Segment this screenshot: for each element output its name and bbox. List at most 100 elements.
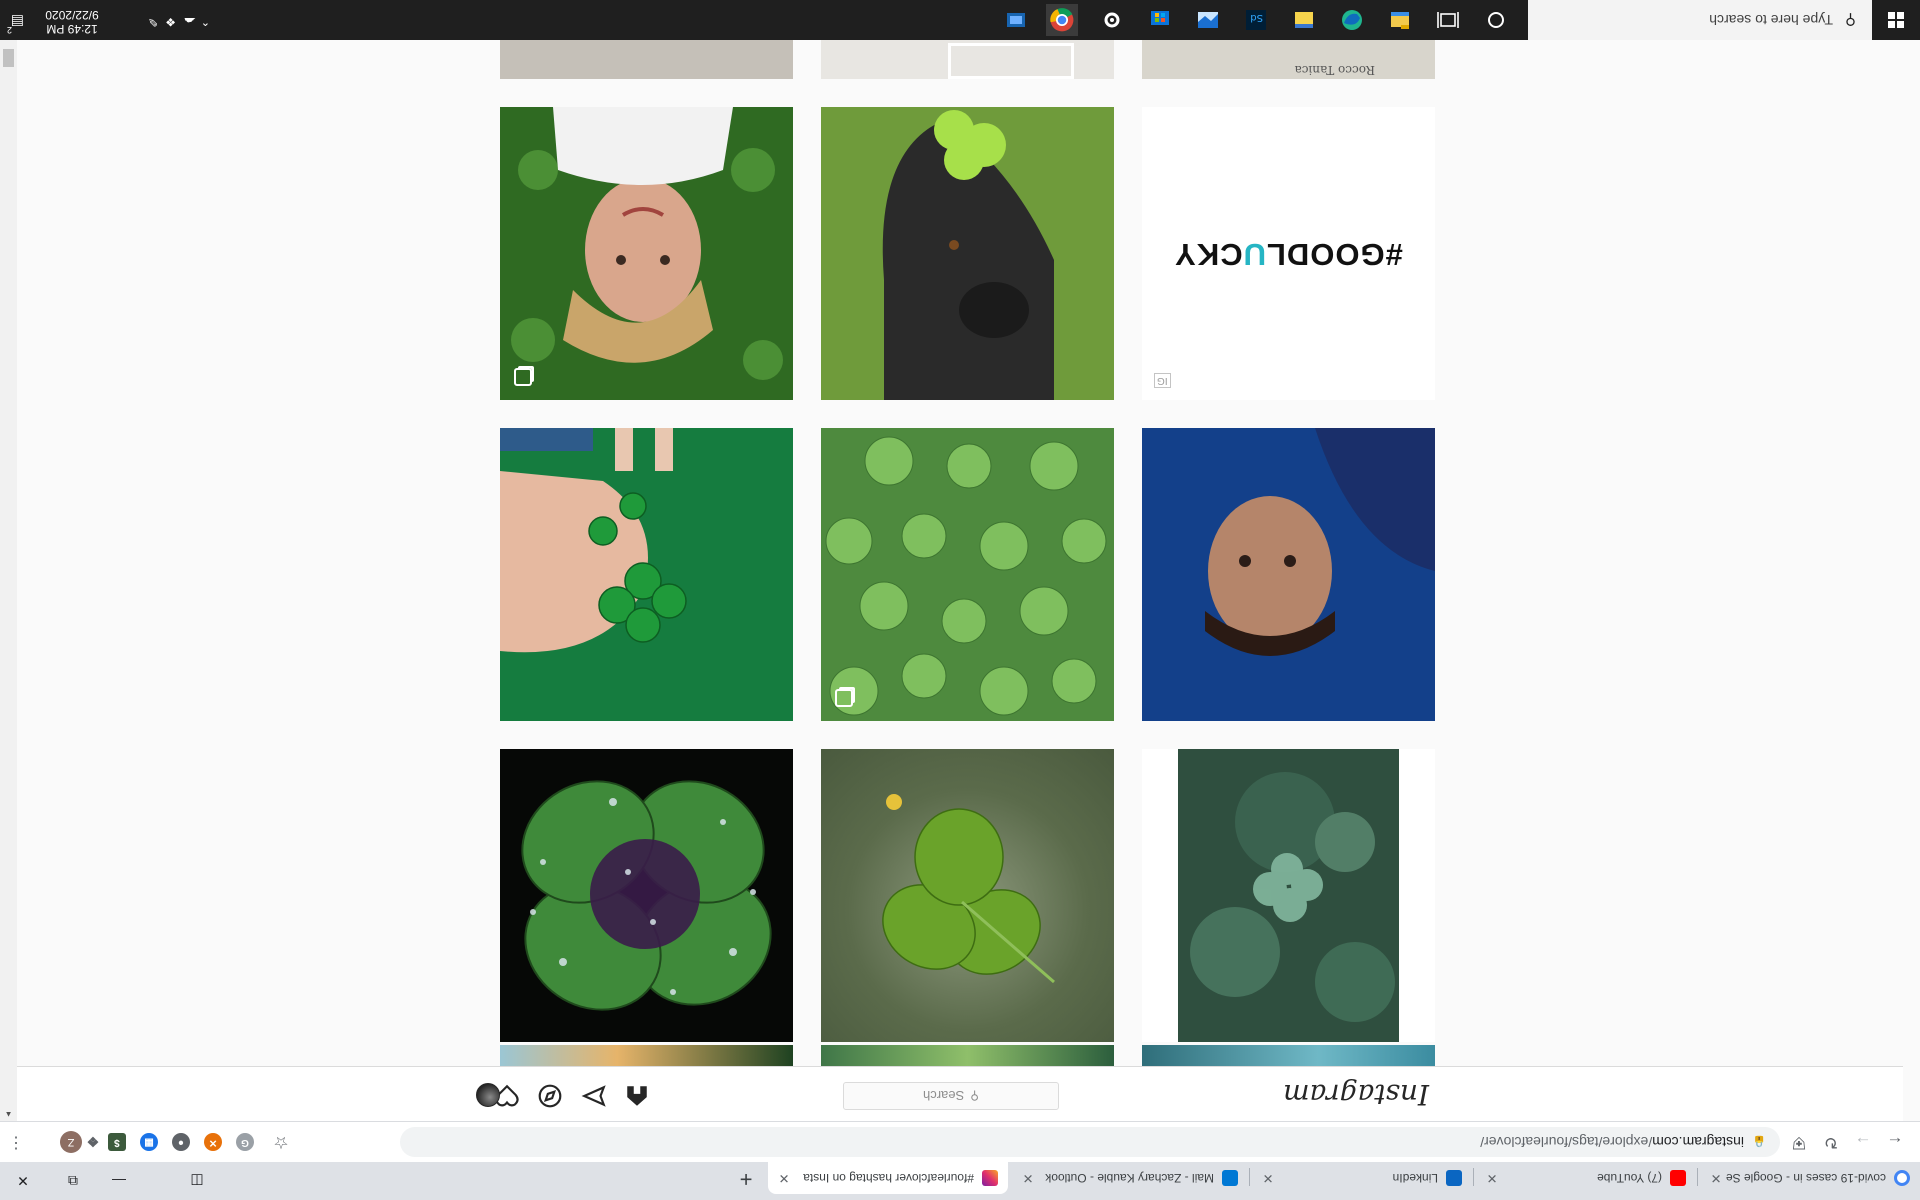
bookmark-star-icon[interactable]: ☆ xyxy=(268,1130,294,1154)
notification-center-icon[interactable]: ▤ 2 xyxy=(0,0,32,40)
search-icon: ⚲ xyxy=(970,1089,979,1103)
partial-caption: Rocco Tanica xyxy=(1294,63,1375,77)
clock[interactable]: 12:49 PM 9/22/2020 xyxy=(32,0,112,40)
tab-google-search[interactable]: covid-19 cases in - Google Sear ✕ xyxy=(1700,1162,1920,1194)
mail-icon[interactable] xyxy=(1002,6,1030,34)
clover-photo-image xyxy=(1178,749,1399,1042)
close-window-button[interactable]: ✕ xyxy=(0,1162,46,1200)
pen-icon[interactable]: ✎ xyxy=(148,15,158,29)
post-partial-bottom-3[interactable] xyxy=(500,39,793,79)
photos-icon[interactable] xyxy=(1194,6,1222,34)
store-icon[interactable] xyxy=(1146,6,1174,34)
multiple-photos-icon xyxy=(514,368,532,386)
clock-date: 9/22/2020 xyxy=(45,8,99,22)
outlook-icon xyxy=(1222,1170,1238,1186)
post-badge: IG xyxy=(1154,373,1171,388)
photoshop-icon[interactable]: Sd xyxy=(1242,6,1270,34)
lock-icon: 🔒 xyxy=(1752,1135,1766,1147)
clover-leaf-image xyxy=(882,794,1055,984)
direct-icon[interactable] xyxy=(581,1083,607,1109)
post-single-clover-closeup[interactable] xyxy=(821,749,1114,1042)
reload-button[interactable]: ↻ xyxy=(1818,1130,1844,1154)
back-button[interactable]: ← xyxy=(1882,1130,1908,1154)
post-partial-bottom-2[interactable] xyxy=(821,39,1114,79)
clock-time: 12:49 PM xyxy=(46,22,98,36)
task-view-icon[interactable] xyxy=(1434,6,1462,34)
settings-icon[interactable] xyxy=(1098,6,1126,34)
close-icon[interactable]: ✕ xyxy=(1018,1170,1038,1186)
onedrive-icon[interactable]: ☁ xyxy=(184,15,196,29)
close-icon[interactable]: ✕ xyxy=(1482,1170,1502,1186)
tab-youtube[interactable]: (7) YouTube ✕ xyxy=(1476,1162,1696,1194)
url-text: instagram.com/explore/tags/fourleafclove… xyxy=(1480,1134,1744,1150)
minimize-button[interactable]: — xyxy=(96,1162,142,1200)
post-man-selfie-blue-shirt[interactable] xyxy=(1142,428,1435,721)
page-scrollbar[interactable]: ▲ ▼ xyxy=(0,0,17,1121)
explore-icon[interactable] xyxy=(537,1083,563,1109)
dewy-clover-image xyxy=(521,780,772,1011)
tab-label: #fourleafclover hashtag on Insta xyxy=(803,1171,974,1185)
linkedin-icon xyxy=(1446,1170,1462,1186)
scrollbar-thumb[interactable] xyxy=(3,49,14,67)
home-icon[interactable] xyxy=(624,1083,650,1109)
extension-4-icon[interactable]: ▦ xyxy=(140,1133,158,1151)
notification-count: 2 xyxy=(6,25,12,35)
close-icon[interactable]: ✕ xyxy=(1706,1170,1726,1186)
tab-search-icon[interactable]: ◫ xyxy=(174,1162,220,1200)
restore-button[interactable]: ⧉ xyxy=(50,1162,96,1200)
menu-kebab-icon[interactable]: ⋮ xyxy=(8,1133,24,1153)
hand-with-clover-image xyxy=(500,428,687,653)
forward-button[interactable]: → xyxy=(1850,1130,1876,1154)
post-black-dog-with-clover[interactable] xyxy=(821,107,1114,400)
tab-outlook[interactable]: Mail - Zachary Kauble - Outlook ✕ xyxy=(1012,1162,1248,1194)
tray-icons: ⌃ ☁ ❖ ✎ xyxy=(148,0,210,40)
post-clover-with-water-drops[interactable] xyxy=(500,749,793,1042)
search-icon: ⚲ xyxy=(1845,11,1856,28)
windows-start-icon[interactable] xyxy=(1872,0,1920,40)
browser-toolbar: ← → ↻ ⛨ 🔒 instagram.com/explore/tags/fou… xyxy=(0,1121,1920,1162)
profile-icon[interactable] xyxy=(476,1083,500,1107)
man-selfie-image xyxy=(1142,428,1435,721)
chevron-up-icon[interactable]: ⌃ xyxy=(201,15,210,28)
post-clover-field[interactable] xyxy=(821,428,1114,721)
windows-taskbar: ⚲ Type here to search Sd ⌃ ☁ ❖ ✎ 12:49 P… xyxy=(0,0,1920,40)
close-icon[interactable]: ✕ xyxy=(1258,1170,1278,1186)
extension-1-icon[interactable]: G xyxy=(236,1133,254,1151)
tab-label: (7) YouTube xyxy=(1597,1171,1662,1185)
dropbox-icon[interactable]: ❖ xyxy=(165,15,176,29)
post-grid: #GOODLUCKY IG Rocco Tanica xyxy=(0,0,1920,1200)
svg-text:Sd: Sd xyxy=(1250,12,1263,23)
woman-in-clover-image xyxy=(500,107,793,400)
file-explorer-icon[interactable] xyxy=(1386,6,1414,34)
post-partial-bottom-1[interactable]: Rocco Tanica xyxy=(1142,39,1435,79)
tab-linkedin[interactable]: LinkedIn ✕ xyxy=(1252,1162,1472,1194)
edge-icon[interactable] xyxy=(1338,6,1366,34)
profile-avatar[interactable]: Z xyxy=(60,1131,82,1153)
address-bar[interactable]: 🔒 instagram.com/explore/tags/fourleafclo… xyxy=(400,1127,1780,1157)
extension-2-icon[interactable]: ✕ xyxy=(204,1133,222,1151)
post-clover-in-greenery[interactable] xyxy=(1142,749,1435,1042)
instagram-logo[interactable]: Instagram xyxy=(1283,1078,1429,1111)
puzzle-extensions-icon[interactable]: ❖ xyxy=(84,1133,102,1151)
extension-3-icon[interactable]: ● xyxy=(172,1133,190,1151)
multiple-photos-icon xyxy=(835,689,853,707)
instagram-header: Instagram ⚲ Search xyxy=(17,1066,1903,1121)
taskbar-search-box[interactable]: ⚲ Type here to search xyxy=(1528,0,1872,40)
post-woman-lying-in-clover[interactable] xyxy=(500,107,793,400)
instagram-search-input[interactable]: ⚲ Search xyxy=(843,1082,1059,1110)
dog-with-clover-image xyxy=(821,107,1114,400)
instagram-icon xyxy=(982,1170,998,1186)
shield-extension-icon[interactable]: ⛨ xyxy=(1786,1130,1812,1154)
taskbar-search-placeholder: Type here to search xyxy=(1709,12,1833,28)
tab-instagram[interactable]: #fourleafclover hashtag on Insta ✕ xyxy=(768,1162,1008,1194)
sticky-notes-icon[interactable] xyxy=(1290,6,1318,34)
post-goodlucky-hashtag[interactable]: #GOODLUCKY IG xyxy=(1142,107,1435,400)
new-tab-button[interactable]: + xyxy=(732,1164,760,1192)
google-icon xyxy=(1894,1170,1910,1186)
cortana-icon[interactable] xyxy=(1482,6,1510,34)
close-icon[interactable]: ✕ xyxy=(774,1170,794,1186)
scroll-up-icon[interactable]: ▲ xyxy=(0,1107,17,1121)
chrome-icon[interactable] xyxy=(1046,4,1078,36)
extension-5-icon[interactable]: $ xyxy=(108,1133,126,1151)
post-hand-holding-four-leaf-clover[interactable] xyxy=(500,428,793,721)
